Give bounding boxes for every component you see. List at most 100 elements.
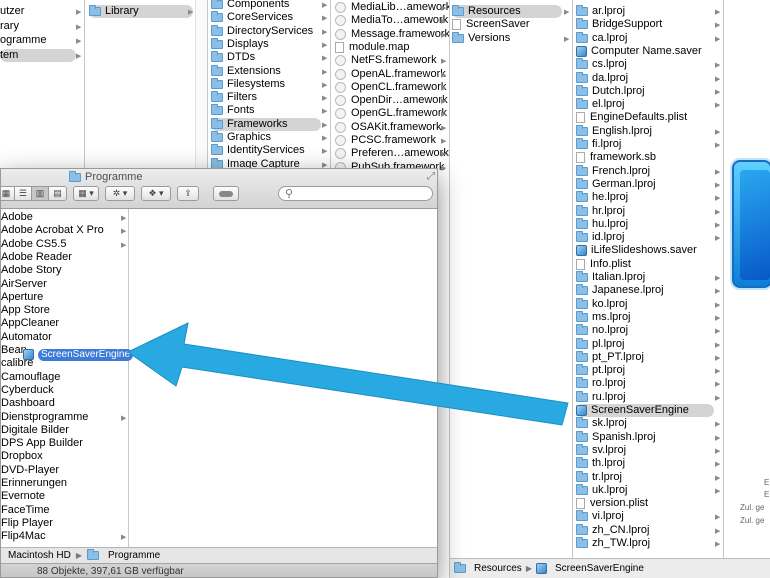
list-item[interactable]: ca.lproj [576,31,714,45]
list-item[interactable]: CoreServices [211,11,321,24]
list-item[interactable]: cs.lproj [576,58,714,71]
list-item[interactable]: th.lproj [576,457,714,470]
list-item[interactable]: ru.lproj [576,390,714,404]
list-item[interactable]: Computer Name.saver [576,45,714,58]
list-item[interactable]: DTDs [211,51,321,64]
list-item[interactable]: Message.framework [335,28,449,41]
list-item[interactable]: vi.lproj [576,510,714,523]
list-item[interactable]: MediaLib…amework [335,1,449,14]
share-button[interactable]: ⇪ [177,186,199,201]
coverflow-view-button[interactable]: ▤ [49,187,66,200]
list-item[interactable]: Erinnerungen [1,477,67,490]
list-item[interactable]: utzer [0,5,76,18]
list-item[interactable]: Filters [211,91,321,104]
list-item[interactable]: OpenDir…amework [335,94,448,107]
list-item[interactable]: NetFS.framework [335,54,439,67]
list-item[interactable]: Italian.lproj [576,271,714,284]
list-item[interactable]: Automator [1,331,52,344]
dragged-item[interactable]: ScreenSaverEngine [23,348,133,361]
list-item[interactable]: Aperture [1,291,43,304]
list-item[interactable]: no.lproj [576,324,714,337]
list-item[interactable]: PCSC.framework [335,134,439,147]
list-item[interactable]: Spanish.lproj [576,430,714,444]
list-item[interactable]: uk.lproj [576,483,714,497]
list-item[interactable]: Preferen…amework [335,147,449,160]
list-item[interactable]: ms.lproj [576,310,714,324]
list-item[interactable]: French.lproj [576,164,714,178]
arrange-button[interactable]: ▦ ▾ [73,186,99,201]
list-item[interactable]: Flip4Mac [1,530,46,543]
list-item[interactable]: EngineDefaults.plist [576,111,714,124]
list-item[interactable]: German.lproj [576,177,714,191]
list-item[interactable]: sv.lproj [576,443,714,457]
list-item[interactable]: ar.lproj [576,5,714,18]
list-item[interactable]: Resources [452,5,562,18]
path-segment[interactable]: Macintosh HD [8,550,71,561]
list-item[interactable]: iLifeSlideshows.saver [576,244,714,257]
list-item[interactable]: Frameworks [211,117,321,131]
list-item[interactable]: Fonts [211,104,321,117]
list-item[interactable]: ScreenSaverEngine [576,404,714,417]
icon-view-button[interactable]: ▦ [1,187,15,200]
list-item[interactable]: id.lproj [576,231,714,244]
list-item[interactable]: Extensions [211,64,321,78]
list-item[interactable]: DirectoryServices [211,24,321,38]
list-item[interactable]: zh_CN.lproj [576,523,714,537]
list-item[interactable]: Graphics [211,131,321,144]
list-item[interactable]: Dutch.lproj [576,84,714,98]
list-item[interactable]: Adobe [1,211,33,224]
list-item[interactable]: FaceTime [1,504,50,517]
list-item[interactable]: ScreenSaver [452,18,562,31]
list-view-button[interactable]: ☰ [15,187,32,200]
list-item[interactable]: pl.lproj [576,337,714,351]
dropbox-button[interactable]: ❖ ▾ [141,186,171,201]
column-divider[interactable] [723,0,724,578]
list-item[interactable]: AppCleaner [1,317,59,330]
list-item[interactable]: hr.lproj [576,204,714,218]
fullscreen-icon[interactable]: ⤢ [427,171,435,182]
list-item[interactable]: sk.lproj [576,417,714,430]
list-item[interactable]: OpenAL.framework [335,68,446,81]
list-item[interactable]: OSAKit.framework [335,121,441,134]
list-item[interactable]: Adobe Reader [1,251,72,264]
list-item[interactable]: OpenCL.framework [335,81,446,94]
list-item[interactable]: tr.lproj [576,470,714,484]
list-item[interactable]: Adobe CS5.5 [1,238,66,251]
list-item[interactable]: el.lproj [576,98,714,111]
search-field[interactable]: ⚲ [278,186,433,201]
list-item[interactable]: Dropbox [1,450,43,463]
list-item[interactable]: Dashboard [1,397,55,410]
list-item[interactable]: module.map [335,41,439,54]
list-item[interactable]: Japanese.lproj [576,284,714,297]
list-item[interactable]: DPS App Builder [1,437,83,450]
list-item[interactable]: Info.plist [576,258,714,271]
list-item[interactable]: he.lproj [576,191,714,204]
list-item[interactable]: Library [89,5,193,18]
path-segment[interactable]: ScreenSaverEngine [555,563,644,574]
list-item[interactable]: Digitale Bilder [1,424,69,437]
list-item[interactable]: tem [0,48,76,62]
list-item[interactable]: Camouflage [1,371,60,384]
list-item[interactable]: DVD-Player [1,464,59,477]
list-item[interactable]: OpenGL.framework [335,107,447,120]
list-item[interactable]: ogramme [0,34,76,47]
list-item[interactable]: Adobe Story [1,264,62,277]
list-item[interactable]: Cyberduck [1,384,54,397]
list-item[interactable]: version.plist [576,497,714,510]
list-item[interactable]: AirServer [1,278,47,291]
list-item[interactable]: English.lproj [576,124,714,138]
list-item[interactable]: pt.lproj [576,364,714,377]
list-item[interactable]: MediaTo…amework [335,14,448,27]
list-item[interactable]: zh_TW.lproj [576,537,714,550]
list-item[interactable]: pt_PT.lproj [576,350,714,364]
list-item[interactable]: Versions [452,31,562,45]
list-item[interactable]: rary [0,20,76,33]
toggle-tags-button[interactable] [213,186,239,201]
list-item[interactable]: IdentityServices [211,144,321,157]
list-item[interactable]: ko.lproj [576,297,714,311]
list-item[interactable]: Flip Player [1,517,53,530]
list-item[interactable]: da.lproj [576,71,714,85]
list-item[interactable]: Displays [211,37,321,51]
list-item[interactable]: framework.sb [576,151,714,164]
list-item[interactable]: App Store [1,304,50,317]
